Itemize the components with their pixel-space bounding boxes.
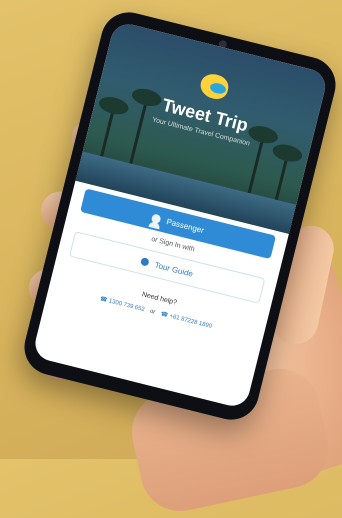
photo-scene: Tweet Trip Your Ultimate Travel Companio… bbox=[0, 0, 342, 518]
user-icon bbox=[151, 212, 163, 224]
help-or-text: or bbox=[149, 308, 156, 316]
passenger-button-label: Passenger bbox=[165, 216, 205, 235]
tour-guide-icon bbox=[140, 257, 151, 267]
tour-guide-button-label: Tour Guide bbox=[153, 260, 195, 279]
tweet-trip-logo-icon bbox=[197, 71, 231, 102]
help-phone-1-link[interactable]: ☎ 1300 739 652 bbox=[99, 296, 145, 313]
help-phone-2-link[interactable]: ☎ +61 87228 1890 bbox=[160, 311, 213, 330]
